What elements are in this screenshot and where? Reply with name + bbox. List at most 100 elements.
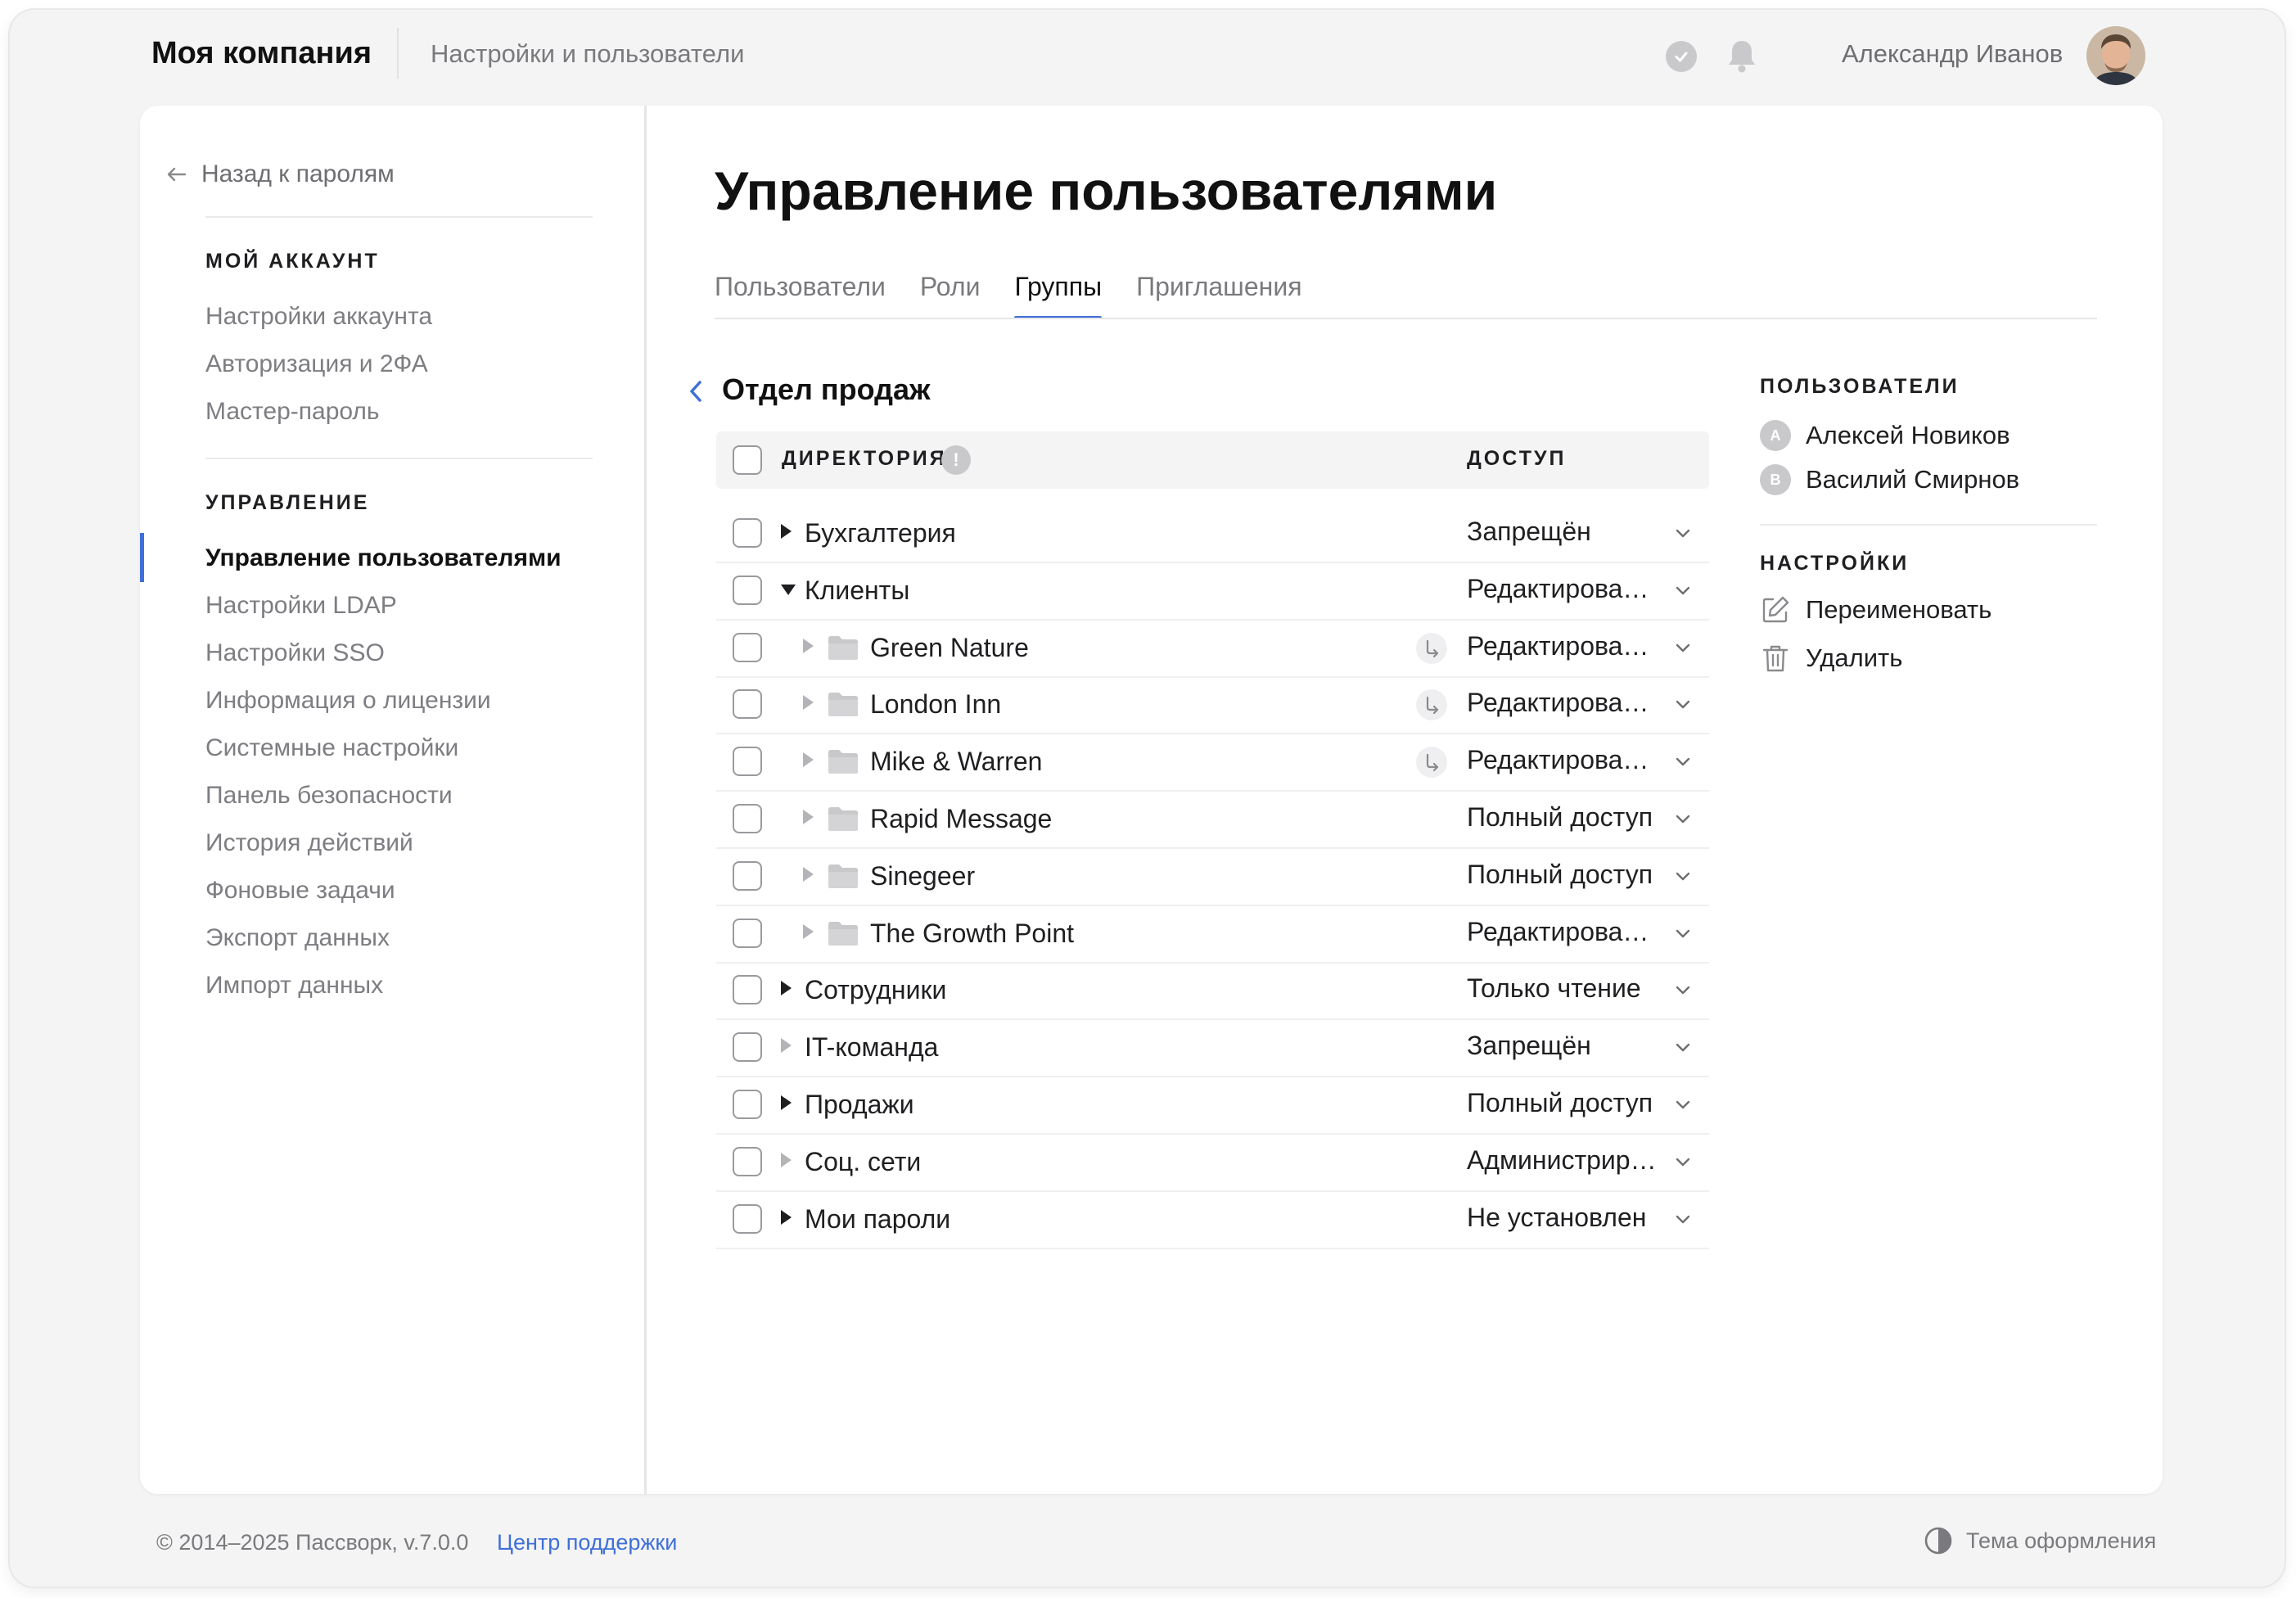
delete-button[interactable]: Удалить	[1760, 643, 1902, 674]
sidebar-item-license[interactable]: Информация о лицензии	[205, 687, 491, 715]
caret-right-icon[interactable]	[803, 695, 814, 711]
table-row[interactable]: IT-команда Запрещён	[716, 1018, 1709, 1078]
select-all-checkbox[interactable]	[733, 445, 762, 475]
tab-groups[interactable]: Группы	[1014, 270, 1102, 319]
caret-right-icon[interactable]	[803, 752, 814, 768]
row-checkbox[interactable]	[733, 1146, 762, 1176]
caret-right-icon[interactable]	[781, 1095, 792, 1110]
row-checkbox[interactable]	[733, 1090, 762, 1119]
access-level-select[interactable]: Только чтение	[1467, 973, 1663, 1004]
table-row[interactable]: Mike & Warren Редактирование	[716, 733, 1709, 792]
access-level-select[interactable]: Редактирование	[1467, 688, 1663, 718]
directory-name[interactable]: Соц. сети	[805, 1147, 921, 1177]
table-row[interactable]: Sinegeer Полный доступ	[716, 847, 1709, 906]
access-level-select[interactable]: Редактирование	[1467, 574, 1663, 604]
support-center-link[interactable]: Центр поддержки	[497, 1530, 677, 1555]
caret-down-icon[interactable]	[781, 584, 796, 595]
group-user-item[interactable]: А Алексей Новиков	[1760, 420, 2010, 451]
row-checkbox[interactable]	[733, 860, 762, 891]
access-level-select[interactable]: Не установлен	[1467, 1203, 1663, 1233]
row-checkbox[interactable]	[733, 1032, 762, 1063]
sidebar-item-system-settings[interactable]: Системные настройки	[205, 734, 458, 762]
sidebar-item-ldap[interactable]: Настройки LDAP	[205, 592, 397, 620]
chevron-down-icon[interactable]	[1672, 637, 1694, 658]
table-row[interactable]: Соц. сети Администриро...	[716, 1133, 1709, 1192]
sidebar-item-data-export[interactable]: Экспорт данных	[205, 924, 390, 952]
directory-name[interactable]: IT-команда	[805, 1032, 938, 1063]
chevron-down-icon[interactable]	[1672, 751, 1694, 772]
directory-name[interactable]: Mike & Warren	[870, 747, 1042, 777]
theme-toggle[interactable]: Тема оформления	[1924, 1526, 2156, 1555]
caret-right-icon[interactable]	[781, 1209, 792, 1225]
caret-right-icon[interactable]	[803, 866, 814, 882]
chevron-down-icon[interactable]	[1672, 522, 1694, 544]
directory-name[interactable]: Сотрудники	[805, 975, 946, 1005]
table-row[interactable]: The Growth Point Редактирование	[716, 905, 1709, 964]
chevron-down-icon[interactable]	[1672, 865, 1694, 887]
directory-name[interactable]: Rapid Message	[870, 804, 1052, 834]
sidebar-item-data-import[interactable]: Импорт данных	[205, 972, 383, 1000]
access-level-select[interactable]: Полный доступ	[1467, 802, 1663, 833]
access-level-select[interactable]: Редактирование	[1467, 745, 1663, 775]
check-icon[interactable]	[1666, 41, 1697, 72]
caret-right-icon[interactable]	[803, 923, 814, 939]
table-row[interactable]: Бухгалтерия Запрещён	[716, 504, 1709, 563]
table-row[interactable]: Мои пароли Не установлен	[716, 1190, 1709, 1249]
row-checkbox[interactable]	[733, 975, 762, 1005]
bell-icon[interactable]	[1725, 38, 1758, 74]
table-row[interactable]: Сотрудники Только чтение	[716, 961, 1709, 1021]
access-level-select[interactable]: Администриро...	[1467, 1145, 1663, 1176]
access-level-select[interactable]: Редактирование	[1467, 631, 1663, 661]
sidebar-item-auth-2fa[interactable]: Авторизация и 2ФА	[205, 350, 428, 378]
column-header-access[interactable]: ДОСТУП	[1467, 447, 1566, 471]
user-avatar[interactable]	[2086, 26, 2145, 85]
chevron-down-icon[interactable]	[1672, 1151, 1694, 1172]
column-header-directory[interactable]: ДИРЕКТОРИЯ	[782, 447, 947, 471]
access-level-select[interactable]: Полный доступ	[1467, 860, 1663, 890]
sidebar-item-user-management[interactable]: Управление пользователями	[205, 544, 562, 572]
caret-right-icon[interactable]	[781, 524, 792, 539]
chevron-down-icon[interactable]	[1672, 808, 1694, 829]
row-checkbox[interactable]	[733, 689, 762, 720]
access-level-select[interactable]: Запрещён	[1467, 1031, 1663, 1061]
chevron-left-icon[interactable]	[684, 375, 707, 408]
caret-right-icon[interactable]	[803, 638, 814, 653]
access-level-select[interactable]: Запрещён	[1467, 517, 1663, 547]
chevron-down-icon[interactable]	[1672, 979, 1694, 1000]
access-level-select[interactable]: Полный доступ	[1467, 1088, 1663, 1118]
row-checkbox[interactable]	[733, 518, 762, 548]
caret-right-icon[interactable]	[781, 1038, 792, 1054]
row-checkbox[interactable]	[733, 632, 762, 662]
directory-name[interactable]: London Inn	[870, 689, 1001, 720]
tab-users[interactable]: Пользователи	[715, 270, 886, 319]
sidebar-item-sso[interactable]: Настройки SSO	[205, 639, 385, 667]
row-checkbox[interactable]	[733, 575, 762, 605]
chevron-down-icon[interactable]	[1672, 693, 1694, 715]
caret-right-icon[interactable]	[781, 1152, 792, 1167]
table-row[interactable]: Rapid Message Полный доступ	[716, 790, 1709, 849]
chevron-down-icon[interactable]	[1672, 1094, 1694, 1115]
chevron-down-icon[interactable]	[1672, 923, 1694, 944]
directory-name[interactable]: Мои пароли	[805, 1204, 950, 1235]
info-icon[interactable]: !	[941, 445, 971, 475]
caret-right-icon[interactable]	[803, 810, 814, 824]
group-user-item[interactable]: В Василий Смирнов	[1760, 464, 2019, 495]
tab-invitations[interactable]: Приглашения	[1136, 270, 1301, 319]
row-checkbox[interactable]	[733, 1203, 762, 1234]
row-checkbox[interactable]	[733, 747, 762, 777]
caret-right-icon[interactable]	[781, 981, 792, 996]
chevron-down-icon[interactable]	[1672, 580, 1694, 601]
row-checkbox[interactable]	[733, 918, 762, 948]
directory-name[interactable]: Sinegeer	[870, 861, 975, 892]
sidebar-item-account-settings[interactable]: Настройки аккаунта	[205, 303, 432, 331]
user-name[interactable]: Александр Иванов	[1842, 39, 2063, 69]
directory-name[interactable]: Бухгалтерия	[805, 518, 956, 548]
directory-name[interactable]: Продажи	[805, 1090, 914, 1120]
chevron-down-icon[interactable]	[1672, 1208, 1694, 1230]
table-row[interactable]: Green Nature Редактирование	[716, 619, 1709, 678]
directory-name[interactable]: The Growth Point	[870, 919, 1074, 949]
sidebar-item-security-dashboard[interactable]: Панель безопасности	[205, 782, 453, 810]
back-to-passwords-link[interactable]: Назад к паролям	[164, 160, 395, 188]
table-row[interactable]: Продажи Полный доступ	[716, 1076, 1709, 1135]
access-level-select[interactable]: Редактирование	[1467, 917, 1663, 947]
